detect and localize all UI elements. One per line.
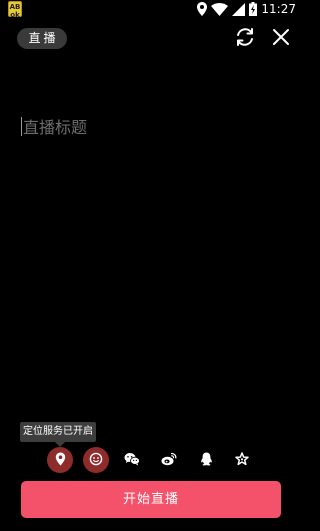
live-title-input[interactable]: [21, 114, 283, 140]
share-weibo-button[interactable]: [156, 447, 182, 473]
weibo-icon: [161, 451, 177, 470]
live-tag: 直播: [17, 28, 67, 49]
app-notification-icon: AB ok: [8, 1, 22, 19]
status-bar: AB ok 11:27: [0, 0, 300, 19]
switch-camera-button[interactable]: [232, 26, 258, 52]
switch-camera-icon: [234, 26, 256, 52]
start-live-button[interactable]: 开始直播: [21, 481, 281, 518]
app-badge-top-text: AB: [9, 3, 21, 11]
wifi-icon: [211, 2, 229, 16]
beauty-filter-icon: [89, 451, 103, 470]
app-badge-bottom-text: ok: [10, 11, 20, 19]
location-pin-icon: [55, 451, 66, 470]
status-time: 11:27: [261, 2, 296, 16]
close-icon: [272, 28, 290, 50]
status-icons: 11:27: [197, 1, 296, 17]
beauty-filter-button[interactable]: [83, 447, 109, 473]
location-tooltip: 定位服务已开启: [20, 422, 96, 442]
share-wechat-button[interactable]: [119, 447, 145, 473]
signal-icon: [232, 2, 246, 16]
close-button[interactable]: [268, 26, 294, 52]
wechat-icon: [124, 451, 140, 470]
location-toggle-button[interactable]: [47, 447, 73, 473]
battery-charging-icon: [249, 2, 258, 16]
text-caret: [21, 117, 22, 136]
star-icon: [235, 451, 249, 470]
share-qq-button[interactable]: [193, 447, 219, 473]
qq-icon: [200, 451, 213, 470]
live-setup-screen: AB ok 11:27 直播 直播标题 定位服务已开启 开始直播: [0, 0, 300, 531]
location-pin-icon: [197, 2, 208, 16]
share-favorite-button[interactable]: [229, 447, 255, 473]
share-options-row: [0, 447, 300, 473]
